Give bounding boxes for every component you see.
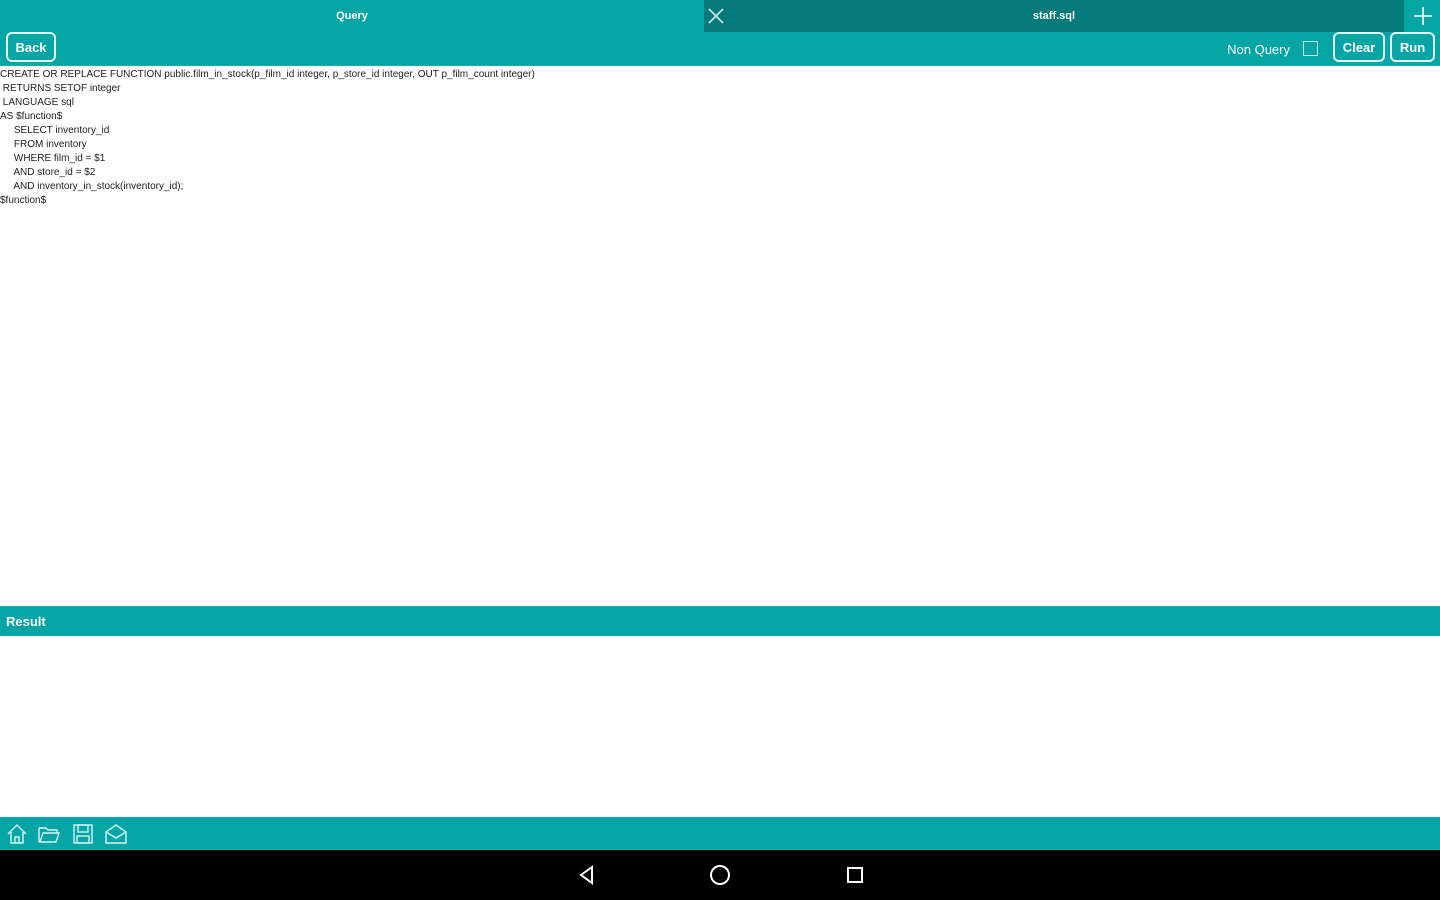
home-circle-icon[interactable] [705, 860, 735, 890]
code-line: AND store_id = $2 [0, 167, 96, 178]
plus-icon[interactable] [1405, 0, 1440, 32]
back-button[interactable]: Back [6, 32, 56, 62]
code-line: AND inventory_in_stock(inventory_id); [0, 181, 184, 192]
non-query-label: Non Query [1227, 41, 1290, 57]
tab-staff-sql[interactable]: staff.sql [704, 0, 1404, 32]
sql-editor[interactable]: CREATE OR REPLACE FUNCTION public.film_i… [0, 68, 1440, 606]
run-button[interactable]: Run [1390, 32, 1435, 62]
result-area [0, 636, 1440, 817]
code-line: CREATE OR REPLACE FUNCTION public.film_i… [0, 69, 535, 80]
home-icon[interactable] [4, 821, 30, 847]
folder-open-icon[interactable] [36, 821, 62, 847]
code-line: RETURNS SETOF integer [0, 83, 121, 94]
close-icon[interactable] [704, 0, 728, 32]
code-line: LANGUAGE sql [0, 97, 74, 108]
android-nav-bar [0, 850, 1440, 900]
code-line: FROM inventory [0, 139, 87, 150]
code-line: $function$ [0, 195, 47, 206]
code-line: WHERE film_id = $1 [0, 153, 106, 164]
code-line: AS $function$ [0, 111, 63, 122]
non-query-checkbox[interactable] [1303, 41, 1318, 56]
save-icon[interactable] [70, 821, 96, 847]
app-window: Query staff.sql Back Non Query Clear Run… [0, 0, 1440, 900]
back-triangle-icon[interactable] [572, 860, 602, 890]
tab-query[interactable]: Query [0, 0, 704, 32]
recents-square-icon[interactable] [840, 860, 870, 890]
toolbar: Back Non Query Clear Run [0, 32, 1440, 66]
bottom-toolbar [0, 817, 1440, 850]
result-title: Result [6, 613, 46, 629]
tab-staff-sql-label: staff.sql [1032, 10, 1076, 22]
clear-button[interactable]: Clear [1333, 32, 1385, 62]
tab-bar: Query staff.sql [0, 0, 1440, 32]
code-line: SELECT inventory_id [0, 125, 110, 136]
tab-query-label: Query [336, 10, 368, 22]
mail-icon[interactable] [103, 821, 129, 847]
result-header: Result [0, 606, 1440, 636]
